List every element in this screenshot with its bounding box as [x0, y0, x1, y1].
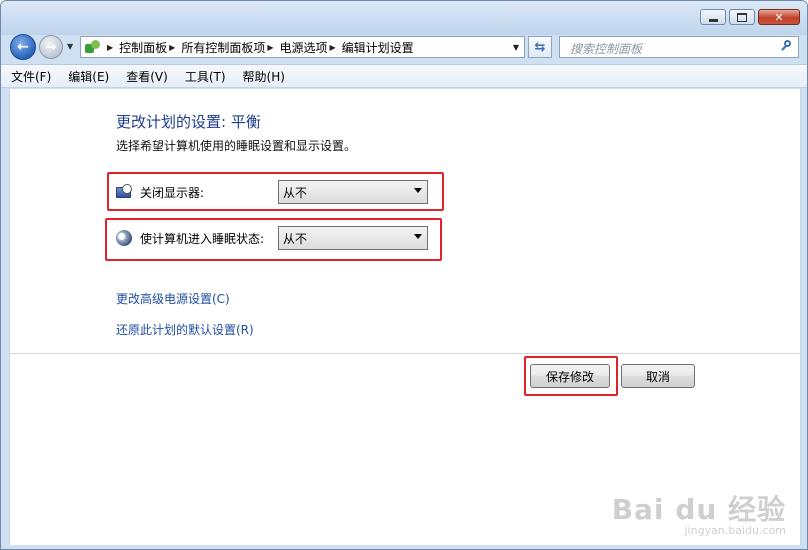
address-bar[interactable]: ▶ 控制面板 ▶ 所有控制面板项 ▶ 电源选项 ▶ 编辑计划设置 ▼	[80, 36, 525, 58]
window-controls: ✕	[700, 9, 800, 25]
highlight-box-display	[107, 172, 444, 211]
cancel-button[interactable]: 取消	[621, 364, 695, 388]
close-button[interactable]: ✕	[758, 9, 800, 25]
divider	[10, 353, 800, 354]
save-changes-button[interactable]: 保存修改	[530, 364, 610, 388]
menu-help[interactable]: 帮助(H)	[243, 68, 285, 85]
search-icon[interactable]	[781, 40, 792, 51]
watermark-logo-text: Bai du 经验	[611, 493, 786, 526]
title-bar: ✕	[1, 1, 807, 35]
back-button[interactable]: ←	[10, 34, 36, 60]
breadcrumb-separator-icon[interactable]: ▶	[169, 43, 175, 52]
maximize-icon	[737, 12, 747, 22]
breadcrumb-separator-icon[interactable]: ▶	[107, 43, 113, 52]
page-title: 更改计划的设置: 平衡	[116, 113, 261, 131]
menu-tools[interactable]: 工具(T)	[185, 68, 226, 85]
recent-pages-dropdown[interactable]: ▼	[67, 42, 73, 51]
breadcrumb-control-panel[interactable]: 控制面板	[119, 39, 167, 56]
page-description: 选择希望计算机使用的睡眠设置和显示设置。	[116, 139, 357, 153]
menu-edit[interactable]: 编辑(E)	[68, 68, 109, 85]
breadcrumb-separator-icon[interactable]: ▶	[267, 43, 273, 52]
search-input[interactable]: 搜索控制面板	[559, 36, 799, 58]
menu-file[interactable]: 文件(F)	[11, 68, 51, 85]
advanced-power-settings-link[interactable]: 更改高级电源设置(C)	[116, 290, 230, 307]
menu-view[interactable]: 查看(V)	[126, 68, 168, 85]
highlight-box-sleep	[105, 218, 442, 261]
breadcrumb-all-items[interactable]: 所有控制面板项	[181, 39, 265, 56]
close-icon: ✕	[774, 10, 784, 24]
breadcrumb-power-options[interactable]: 电源选项	[280, 39, 328, 56]
navigation-bar: ← → ▼ ▶ 控制面板 ▶ 所有控制面板项 ▶ 电源选项 ▶ 编辑计划设置 ▼…	[1, 33, 807, 63]
breadcrumb-edit-plan[interactable]: 编辑计划设置	[342, 39, 414, 56]
refresh-button[interactable]: ⇆	[528, 36, 552, 58]
restore-defaults-link[interactable]: 还原此计划的默认设置(R)	[116, 321, 254, 338]
watermark-url: jingyan.baidu.com	[684, 524, 786, 537]
control-panel-icon	[85, 40, 101, 54]
forward-button[interactable]: →	[39, 35, 63, 59]
forward-arrow-icon: →	[45, 39, 57, 55]
back-arrow-icon: ←	[17, 39, 29, 55]
breadcrumb-separator-icon[interactable]: ▶	[330, 43, 336, 52]
minimize-icon	[708, 18, 718, 22]
control-panel-window: ✕ ← → ▼ ▶ 控制面板 ▶ 所有控制面板项 ▶ 电源选项 ▶ 编辑计划设置…	[0, 0, 808, 550]
address-dropdown-icon[interactable]: ▼	[513, 43, 519, 52]
minimize-button[interactable]	[700, 9, 726, 25]
search-placeholder: 搜索控制面板	[570, 42, 643, 56]
main-content: 更改计划的设置: 平衡 选择希望计算机使用的睡眠设置和显示设置。 关闭显示器: …	[9, 89, 801, 545]
baidu-jingyan-watermark: Bai du 经验 jingyan.baidu.com	[612, 495, 786, 537]
refresh-icon: ⇆	[534, 39, 546, 55]
menu-bar: 文件(F) 编辑(E) 查看(V) 工具(T) 帮助(H)	[1, 64, 807, 88]
maximize-button[interactable]	[729, 9, 755, 25]
